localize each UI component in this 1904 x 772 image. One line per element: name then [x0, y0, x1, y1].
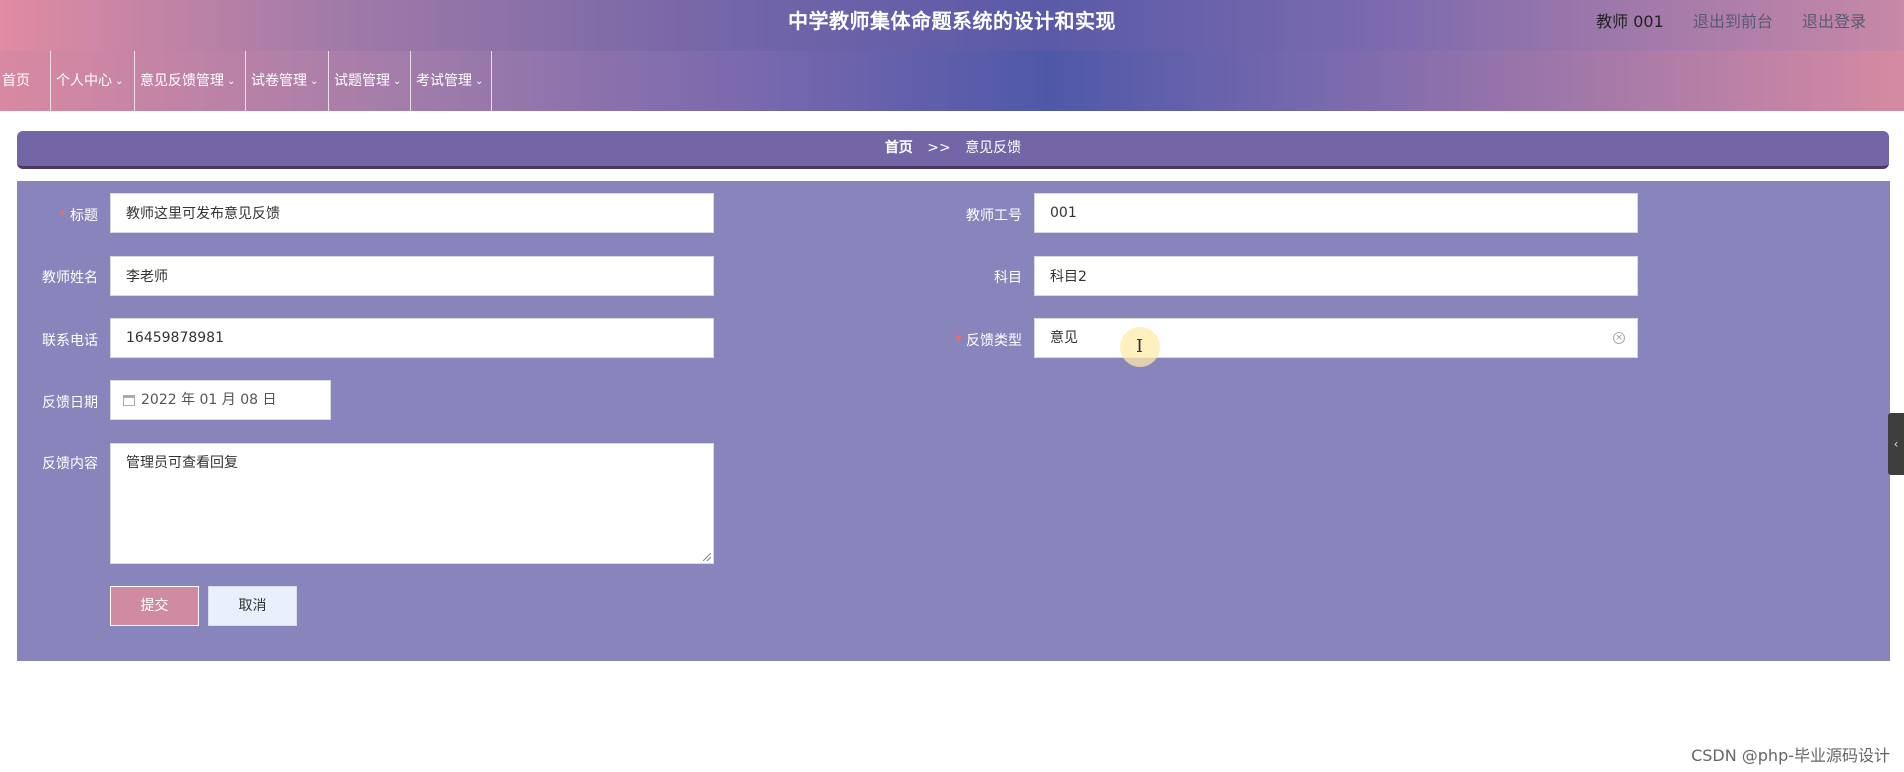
- nav-item-label: 试卷管理: [251, 73, 307, 89]
- chevron-down-icon: ⌄: [475, 76, 484, 87]
- subject-label: 科目: [994, 270, 1022, 286]
- nav-item-label: 考试管理: [416, 73, 472, 89]
- cancel-button[interactable]: 取消: [208, 586, 297, 626]
- text-cursor-icon: I: [1136, 336, 1144, 357]
- nav-item-feedback-management[interactable]: 意见反馈管理 ⌄: [134, 51, 245, 111]
- teacher-name-input[interactable]: [110, 256, 714, 296]
- teacher-name-label: 教师姓名: [42, 270, 98, 286]
- breadcrumb-separator: >>: [927, 140, 951, 156]
- nav-item-label: 个人中心: [56, 73, 112, 89]
- breadcrumb: 首页 >> 意见反馈: [17, 131, 1889, 169]
- nav-item-home[interactable]: 首页: [0, 51, 50, 111]
- content-label: 反馈内容: [42, 456, 98, 472]
- breadcrumb-current: 意见反馈: [965, 140, 1022, 156]
- main-nav: 首页 个人中心 ⌄ 意见反馈管理 ⌄ 试卷管理 ⌄ 试题管理 ⌄ 考试管理 ⌄: [0, 51, 1904, 111]
- teacher-id-input[interactable]: [1034, 193, 1638, 233]
- phone-label: 联系电话: [42, 333, 98, 349]
- nav-item-question-management[interactable]: 试题管理 ⌄: [328, 51, 410, 111]
- clear-circle-icon[interactable]: ×: [1613, 332, 1625, 344]
- required-mark: *: [59, 208, 66, 224]
- resize-handle[interactable]: [703, 553, 711, 561]
- phone-input[interactable]: [110, 318, 714, 358]
- nav-item-label: 首页: [2, 73, 30, 89]
- content-textarea[interactable]: 管理员可查看回复: [110, 443, 714, 564]
- feedback-type-label: * 反馈类型: [955, 333, 1022, 349]
- nav-item-paper-management[interactable]: 试卷管理 ⌄: [245, 51, 328, 111]
- chevron-down-icon: ⌄: [393, 76, 402, 87]
- watermark: CSDN @php-毕业源码设计: [1691, 746, 1890, 765]
- calendar-icon: [123, 394, 135, 406]
- user-area: 教师 001 退出到前台 退出登录: [1572, 0, 1866, 43]
- current-user: 教师 001: [1596, 12, 1664, 31]
- teacher-id-label: 教师工号: [966, 208, 1022, 224]
- feedback-date-value: 2022 年 01 月 08 日: [141, 392, 277, 408]
- nav-item-exam-management[interactable]: 考试管理 ⌄: [410, 51, 492, 111]
- nav-item-personal-center[interactable]: 个人中心 ⌄: [50, 51, 134, 111]
- chevron-left-icon[interactable]: ‹: [1888, 413, 1904, 475]
- required-mark: *: [955, 333, 962, 349]
- logout-link[interactable]: 退出登录: [1802, 12, 1866, 31]
- breadcrumb-home[interactable]: 首页: [885, 140, 913, 156]
- exit-to-frontend-link[interactable]: 退出到前台: [1693, 12, 1773, 31]
- submit-button[interactable]: 提交: [110, 586, 199, 626]
- nav-item-label: 试题管理: [334, 73, 390, 89]
- chevron-down-icon: ⌄: [227, 76, 236, 87]
- chevron-down-icon: ⌄: [115, 76, 124, 87]
- feedback-form: [17, 181, 1890, 661]
- feedback-date-label: 反馈日期: [42, 395, 98, 411]
- feedback-date-picker[interactable]: 2022 年 01 月 08 日: [110, 380, 331, 420]
- title-input[interactable]: [110, 193, 714, 233]
- subject-input[interactable]: [1034, 256, 1638, 296]
- nav-item-label: 意见反馈管理: [140, 73, 224, 89]
- top-header: 中学教师集体命题系统的设计和实现 教师 001 退出到前台 退出登录: [0, 0, 1904, 51]
- content-value: 管理员可查看回复: [126, 455, 238, 471]
- chevron-down-icon: ⌄: [310, 76, 319, 87]
- feedback-type-value: 意见: [1050, 330, 1078, 346]
- title-label: * 标题: [59, 208, 98, 224]
